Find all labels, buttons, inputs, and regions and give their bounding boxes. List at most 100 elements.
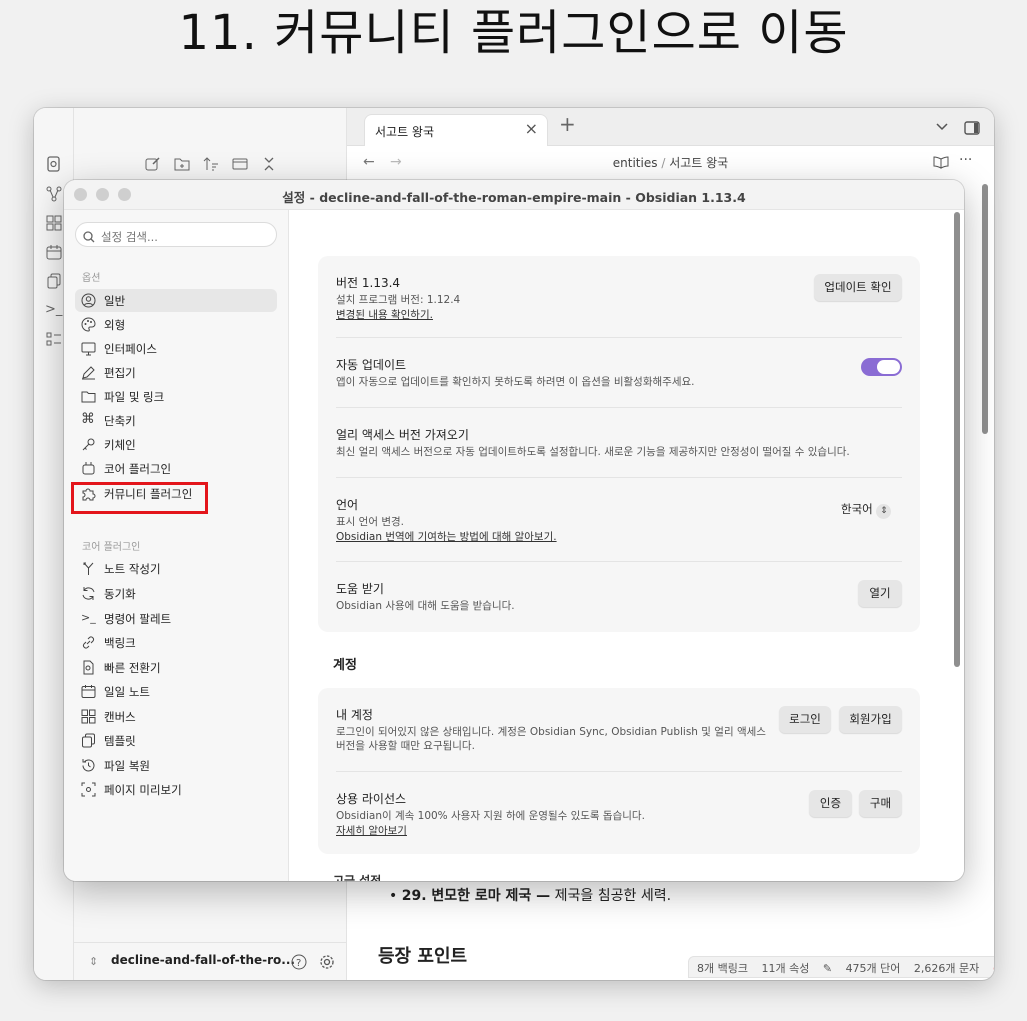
status-properties: 11개 속성 [761, 962, 810, 975]
monitor-icon [81, 341, 96, 356]
nav-label: 페이지 미리보기 [104, 783, 182, 797]
settings-search-input[interactable] [75, 222, 277, 247]
search-icon [83, 228, 95, 247]
close-icon[interactable]: × [525, 119, 538, 138]
nav-hotkeys[interactable]: ⌘ 단축키 [75, 409, 277, 432]
open-help-button[interactable]: 열기 [858, 580, 902, 607]
toggle-knob [877, 360, 900, 374]
early-access-desc: 최신 얼리 액세스 버전으로 자동 업데이트하도록 설정합니다. 새로운 기능을… [336, 446, 850, 458]
check-update-button[interactable]: 업데이트 확인 [814, 274, 902, 301]
sort-icon[interactable] [203, 156, 219, 172]
nav-label: 키체인 [104, 438, 136, 452]
authenticate-button[interactable]: 인증 [809, 790, 852, 817]
canvas-icon[interactable] [46, 215, 62, 231]
quick-switch-icon[interactable] [46, 156, 62, 172]
status-bar: 8개 백링크 11개 속성 ✎ 475개 단어 2,626개 문자 ⊘ [688, 956, 994, 978]
help-icon[interactable]: ? [291, 954, 307, 970]
sync-icon [81, 586, 96, 601]
nav-page-preview[interactable]: 페이지 미리보기 [75, 778, 277, 801]
expand-all-icon[interactable] [261, 156, 277, 172]
nav-appearance[interactable]: 외형 [75, 313, 277, 336]
nav-daily-notes[interactable]: 일일 노트 [75, 680, 277, 703]
language-value: 한국어 [841, 502, 873, 516]
nav-label: 동기화 [104, 587, 136, 601]
file-search-icon [81, 660, 96, 675]
nav-label: 빠른 전환기 [104, 661, 161, 675]
main-scrollbar[interactable] [982, 184, 988, 434]
login-button[interactable]: 로그인 [779, 706, 831, 733]
version-desc: 설치 프로그램 버전: 1.12.4 [336, 294, 461, 306]
nav-general[interactable]: 일반 [75, 289, 277, 312]
language-select[interactable]: 한국어 ⇕ [841, 501, 892, 519]
settings-title: 설정 - decline-and-fall-of-the-roman-empir… [282, 190, 746, 205]
new-folder-icon[interactable] [174, 156, 190, 172]
status-words: 475개 단어 [845, 962, 901, 975]
content-list-item-bold: 29. 변모한 로마 제국 — [401, 888, 551, 904]
translate-link[interactable]: Obsidian 번역에 기여하는 방법에 대해 알아보기. [336, 529, 557, 544]
nav-templates[interactable]: 템플릿 [75, 729, 277, 752]
vault-switcher[interactable]: ⇕ decline-and-fall-of-the-ro... ? [74, 942, 347, 980]
nav-canvas[interactable]: 캔버스 [75, 705, 277, 728]
nav-label: 노트 작성기 [104, 562, 161, 576]
chevron-down-icon[interactable] [935, 120, 949, 134]
nav-label: 파일 복원 [104, 759, 150, 773]
terminal-icon[interactable]: >_ [45, 302, 62, 318]
sync-off-icon[interactable]: ⊘ [993, 962, 994, 975]
nav-label: 편집기 [104, 366, 136, 380]
settings-modal: 설정 - decline-and-fall-of-the-roman-empir… [64, 180, 964, 881]
more-options-icon[interactable]: ··· [959, 152, 972, 168]
calendar-icon[interactable] [46, 244, 62, 260]
nav-quick-switcher[interactable]: 빠른 전환기 [75, 656, 277, 679]
license-row: 상용 라이선스 Obsidian이 계속 100% 사용자 지원 하에 운영될수… [336, 790, 902, 842]
account-section-title: 계정 [333, 658, 357, 673]
chevron-updown-icon: ⇕ [876, 504, 892, 519]
svg-text:?: ? [296, 958, 301, 969]
eye-icon [81, 782, 96, 797]
nav-label: 외형 [104, 318, 126, 332]
nav-core-plugins[interactable]: 코어 플러그인 [75, 457, 277, 480]
plus-icon[interactable]: + [559, 114, 576, 134]
breadcrumb-current[interactable]: 서고트 왕국 [669, 156, 728, 170]
nav-sync[interactable]: 동기화 [75, 582, 277, 605]
nav-note-composer[interactable]: 노트 작성기 [75, 557, 277, 580]
calendar-icon [81, 684, 96, 699]
nav-label: 일반 [104, 294, 126, 308]
general-group: 버전 1.13.4 설치 프로그램 버전: 1.12.4 변경된 내용 확인하기… [318, 256, 920, 632]
auto-update-toggle[interactable] [861, 358, 902, 376]
pen-icon [81, 365, 96, 380]
list-icon[interactable] [46, 331, 62, 347]
tab-strip: 서고트 왕국 × + [347, 108, 994, 146]
nav-label: 명령어 팔레트 [104, 612, 172, 626]
gear-icon[interactable] [319, 954, 335, 970]
nav-backlinks[interactable]: 백링크 [75, 631, 277, 654]
right-sidebar-toggle-icon[interactable] [964, 120, 980, 136]
new-note-icon[interactable] [145, 156, 161, 172]
breadcrumb-parent[interactable]: entities [613, 156, 658, 170]
settings-sidebar: 옵션 일반 외형 인터페이스 편집기 파일 및 링크 ⌘ 단축키 키체인 [64, 210, 289, 881]
settings-scrollbar[interactable] [954, 212, 960, 667]
nav-label: 파일 및 링크 [104, 390, 165, 404]
license-learn-more-link[interactable]: 자세히 알아보기 [336, 823, 407, 838]
tab-document[interactable]: 서고트 왕국 × [364, 114, 548, 146]
my-account-desc-2: 버전을 사용할 때만 요구됩니다. [336, 740, 475, 752]
nav-label: 일일 노트 [104, 685, 150, 699]
copy-icon[interactable] [46, 273, 62, 289]
status-backlinks[interactable]: 8개 백링크 [697, 962, 748, 975]
nav-keychain[interactable]: 키체인 [75, 433, 277, 456]
nav-files-links[interactable]: 파일 및 링크 [75, 385, 277, 408]
nav-editor[interactable]: 편집기 [75, 361, 277, 384]
nav-file-recovery[interactable]: 파일 복원 [75, 754, 277, 777]
edit-pen-icon[interactable]: ✎ [823, 962, 832, 975]
nav-interface[interactable]: 인터페이스 [75, 337, 277, 360]
nav-label: 단축키 [104, 414, 136, 428]
nav-label: 백링크 [104, 636, 136, 650]
reading-view-icon[interactable] [933, 154, 949, 170]
changelog-link[interactable]: 변경된 내용 확인하기. [336, 307, 433, 322]
graph-icon[interactable] [46, 186, 62, 202]
nav-command-palette[interactable]: >_ 명령어 팔레트 [75, 607, 277, 630]
signup-button[interactable]: 회원가입 [839, 706, 902, 733]
buy-button[interactable]: 구매 [859, 790, 902, 817]
core-plugins-header: 코어 플러그인 [82, 542, 141, 553]
merge-icon [81, 561, 96, 576]
collapse-icon[interactable] [232, 156, 248, 172]
